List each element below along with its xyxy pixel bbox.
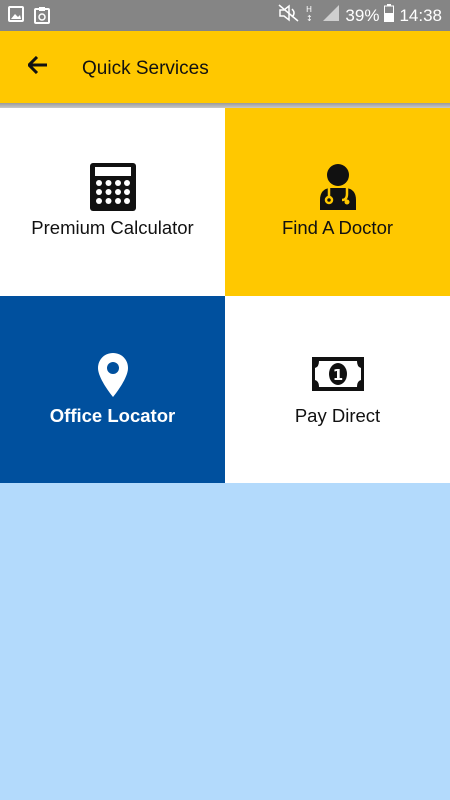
back-button[interactable] bbox=[26, 55, 54, 78]
clock-time: 14:38 bbox=[399, 5, 442, 25]
page-title: Quick Services bbox=[82, 58, 209, 79]
data-icon: H ↕ bbox=[305, 4, 317, 27]
tile-label-office-locator: Office Locator bbox=[49, 405, 176, 426]
tile-premium-calculator[interactable]: Premium Calculator bbox=[0, 108, 225, 296]
tile-label-premium-calculator: Premium Calculator bbox=[31, 217, 194, 238]
mute-icon bbox=[278, 4, 300, 27]
svg-text:H: H bbox=[306, 5, 312, 14]
svg-text:↕: ↕ bbox=[306, 14, 313, 22]
status-left bbox=[8, 6, 50, 29]
clipboard-icon bbox=[34, 6, 50, 29]
calculator-icon bbox=[89, 162, 137, 217]
svg-text:1: 1 bbox=[332, 366, 342, 384]
battery-icon bbox=[384, 4, 395, 27]
doctor-icon bbox=[318, 164, 358, 215]
tile-find-a-doctor[interactable]: Find A Doctor bbox=[225, 108, 450, 296]
banknote-icon: 1 bbox=[311, 356, 365, 397]
status-bar: H ↕ 39% 14:38 bbox=[0, 0, 450, 31]
status-right: H ↕ 39% 14:38 bbox=[278, 4, 442, 27]
tile-label-pay-direct: Pay Direct bbox=[294, 405, 381, 426]
battery-percent: 39% bbox=[345, 5, 380, 25]
app-bar: Quick Services bbox=[0, 31, 450, 103]
tile-pay-direct[interactable]: 1 Pay Direct bbox=[225, 296, 450, 483]
location-pin-icon bbox=[97, 352, 129, 403]
tile-label-find-a-doctor: Find A Doctor bbox=[281, 217, 394, 238]
arrow-left-icon bbox=[26, 55, 48, 78]
empty-content-area bbox=[0, 483, 450, 800]
tile-office-locator[interactable]: Office Locator bbox=[0, 296, 225, 483]
signal-icon bbox=[322, 4, 340, 27]
image-icon bbox=[8, 6, 24, 29]
